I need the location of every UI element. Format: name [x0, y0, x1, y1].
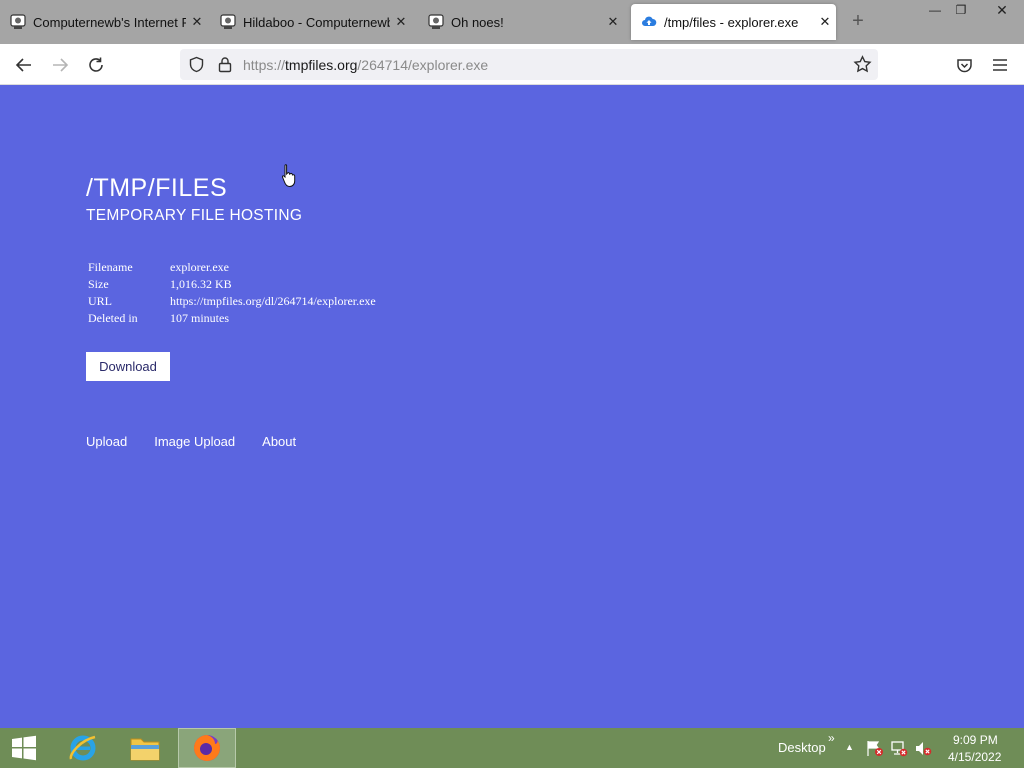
tab-tmpfiles-explorer[interactable]: /tmp/files - explorer.exe ✕ [631, 4, 836, 40]
reload-button[interactable] [84, 53, 108, 77]
start-button[interactable] [0, 728, 48, 768]
vm-icon [220, 14, 236, 29]
internet-explorer-icon [69, 735, 96, 761]
volume-muted-icon[interactable] [914, 740, 932, 757]
tab-title: Oh noes! [451, 14, 504, 30]
table-row: URL https://tmpfiles.org/dl/264714/explo… [86, 293, 378, 310]
reload-icon [89, 57, 103, 72]
info-key: Size [88, 277, 109, 291]
navigation-toolbar: https://tmpfiles.org/264714/explorer.exe [0, 44, 1024, 85]
image-upload-link[interactable]: Image Upload [154, 434, 235, 449]
lock-icon[interactable] [217, 56, 233, 73]
vm-icon [10, 14, 26, 29]
close-icon[interactable]: ✕ [602, 14, 624, 30]
info-value-url[interactable]: https://tmpfiles.org/dl/264714/explorer.… [168, 293, 378, 310]
table-row: Filename explorer.exe [86, 259, 378, 276]
file-info-table: Filename explorer.exe Size 1,016.32 KB U… [86, 259, 378, 327]
tab-computernewb-internet[interactable]: Computernewb's Internet Pu ✕ [0, 4, 208, 40]
info-value: 107 minutes [170, 311, 229, 325]
info-key: URL [88, 294, 112, 308]
tab-title: Computernewb's Internet Pu [33, 14, 186, 30]
download-button[interactable]: Download [86, 352, 170, 381]
site-title: /TMP/FILES [86, 174, 228, 202]
url-path: /264714/explorer.exe [357, 57, 489, 73]
hamburger-menu-icon [993, 59, 1007, 71]
tab-strip: Computernewb's Internet Pu ✕ Hildaboo - … [0, 0, 1024, 44]
info-value: 1,016.32 KB [170, 277, 232, 291]
taskbar-file-explorer[interactable] [120, 728, 170, 768]
address-bar[interactable]: https://tmpfiles.org/264714/explorer.exe [180, 49, 878, 80]
firefox-icon [194, 735, 220, 761]
tab-title: /tmp/files - explorer.exe [664, 14, 799, 30]
close-icon[interactable]: ✕ [390, 14, 412, 30]
back-button[interactable] [12, 53, 36, 77]
restore-button[interactable]: ❐ [944, 0, 978, 22]
pocket-icon [956, 58, 972, 72]
close-icon[interactable]: ✕ [186, 14, 208, 30]
url-host: tmpfiles.org [285, 57, 358, 73]
clock-date[interactable]: 4/15/2022 [948, 750, 1001, 764]
windows-logo-icon [12, 735, 36, 761]
network-icon[interactable] [890, 740, 908, 757]
forward-button[interactable] [48, 53, 72, 77]
cloud-upload-icon [642, 16, 657, 26]
folder-icon [130, 738, 160, 761]
new-tab-button[interactable]: + [848, 10, 868, 34]
taskbar-internet-explorer[interactable] [58, 728, 108, 768]
show-hidden-icons-button[interactable]: ▲ [845, 742, 854, 752]
tab-hildaboo[interactable]: Hildaboo - Computernewb V ✕ [210, 4, 412, 40]
footer-links: Upload Image Upload About [86, 434, 323, 449]
windows-taskbar: Desktop » ▲ 9:09 PM 4/15/2022 [0, 728, 1024, 768]
tab-title: Hildaboo - Computernewb V [243, 14, 390, 30]
toolbar-chevron-icon[interactable]: » [828, 731, 835, 745]
url-prefix: https:// [243, 57, 286, 73]
window-close-button[interactable]: ✕ [982, 0, 1022, 22]
app-menu-button[interactable] [988, 53, 1012, 77]
upload-link[interactable]: Upload [86, 434, 127, 449]
hand-cursor-icon [281, 164, 296, 188]
arrow-left-icon [15, 58, 31, 72]
pocket-button[interactable] [952, 53, 976, 77]
vm-icon [428, 14, 444, 29]
clock-time[interactable]: 9:09 PM [953, 733, 998, 747]
desktop-toolbar-label[interactable]: Desktop [778, 740, 826, 755]
site-subtitle: TEMPORARY FILE HOSTING [86, 207, 303, 224]
table-row: Size 1,016.32 KB [86, 276, 378, 293]
table-row: Deleted in 107 minutes [86, 310, 378, 327]
info-key: Deleted in [88, 311, 138, 325]
url-text[interactable]: https://tmpfiles.org/264714/explorer.exe [243, 57, 488, 73]
info-key: Filename [88, 260, 133, 274]
about-link[interactable]: About [262, 434, 296, 449]
action-center-flag-icon[interactable] [866, 740, 884, 757]
taskbar-firefox[interactable] [178, 728, 236, 768]
arrow-right-icon [53, 58, 69, 72]
info-value: explorer.exe [170, 260, 229, 274]
shield-icon[interactable] [188, 56, 205, 73]
tab-oh-noes[interactable]: Oh noes! ✕ [418, 4, 624, 40]
close-icon[interactable]: ✕ [814, 14, 836, 30]
bookmark-star-icon[interactable] [853, 55, 872, 74]
page-content: /TMP/FILES TEMPORARY FILE HOSTING Filena… [0, 85, 1024, 728]
